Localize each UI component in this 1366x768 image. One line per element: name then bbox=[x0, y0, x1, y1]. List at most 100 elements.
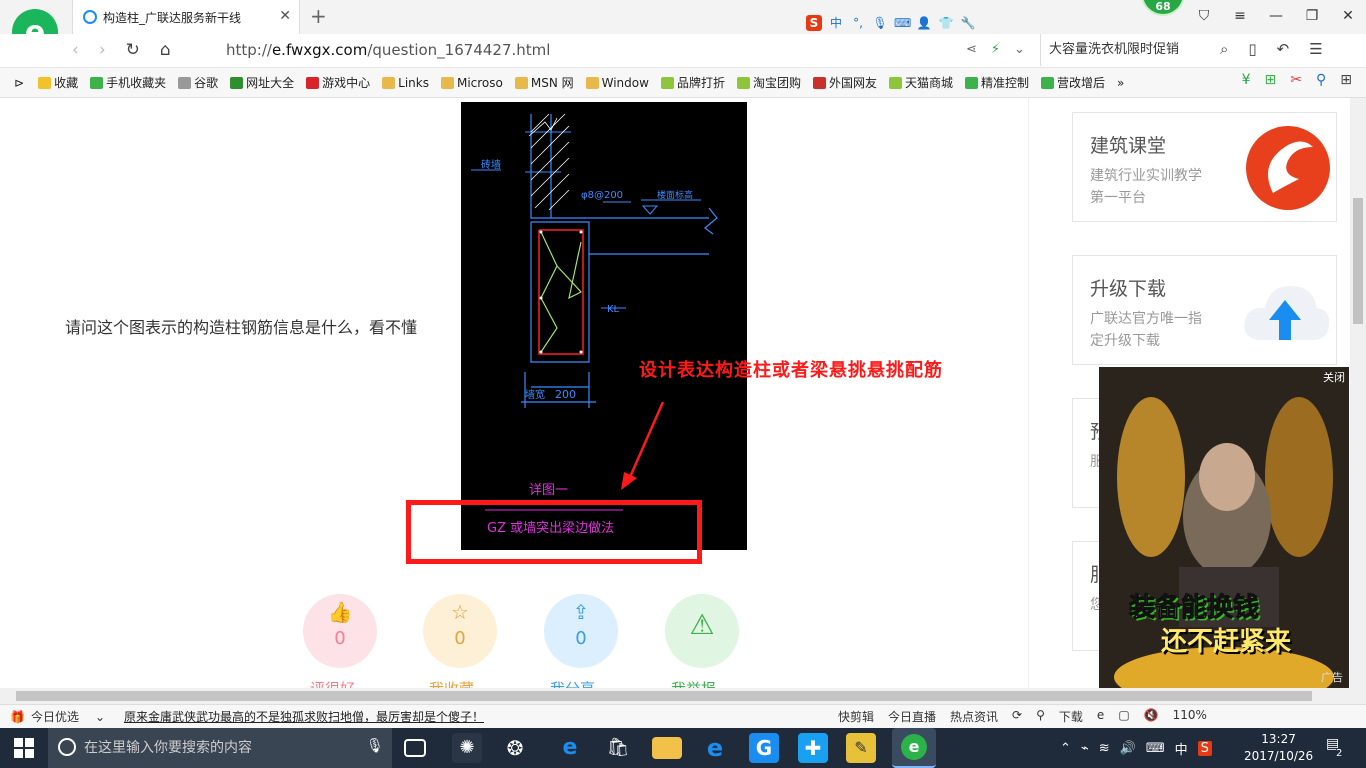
menu-icon[interactable]: ☰ bbox=[1309, 40, 1322, 58]
pin-icon[interactable]: ⚲ bbox=[1036, 708, 1045, 725]
status-item-live[interactable]: 今日直播 bbox=[888, 708, 936, 725]
keyboard-icon[interactable]: ⌨ bbox=[1146, 741, 1165, 756]
sidebar-toggle-icon[interactable]: ⊳ bbox=[14, 76, 24, 90]
home-icon[interactable]: ⌂ bbox=[160, 40, 171, 60]
card-download[interactable]: 升级下载 广联达官方唯一指定升级下载 bbox=[1072, 255, 1337, 365]
skin-icon[interactable]: 👕 bbox=[938, 15, 954, 31]
new-tab-button[interactable]: + bbox=[310, 4, 327, 28]
swirl-app-icon[interactable]: ❂ bbox=[500, 733, 530, 763]
chevron-up-icon[interactable]: ⌃ bbox=[1060, 741, 1071, 756]
keyboard-icon[interactable]: ⌨ bbox=[894, 15, 911, 31]
sogou-tray-icon[interactable]: S bbox=[1197, 740, 1212, 756]
tab-close-icon[interactable]: ✕ bbox=[279, 8, 291, 24]
ie-icon[interactable]: e bbox=[1097, 708, 1104, 725]
favorite-button[interactable]: ☆ 0 bbox=[423, 594, 497, 668]
chevron-down-icon[interactable]: ⌄ bbox=[95, 710, 105, 724]
download-label[interactable]: 下载 bbox=[1059, 708, 1083, 725]
window-icon[interactable]: ▢ bbox=[1118, 708, 1129, 725]
bookmarks-more-icon[interactable]: » bbox=[1117, 76, 1124, 90]
tab-active[interactable]: 构造柱_广联达服务新干线 ✕ bbox=[72, 0, 300, 34]
task-view-icon[interactable] bbox=[404, 739, 426, 757]
bookmark-item[interactable]: 精准控制 bbox=[965, 74, 1029, 91]
share-label[interactable]: 我分享 bbox=[550, 678, 595, 688]
news-ticker-link[interactable]: 原来金庸武侠武功最高的不是独孤求败扫地僧，最厉害却是个傻子！ bbox=[124, 708, 484, 725]
bookmark-item[interactable]: 营改增后 bbox=[1041, 74, 1105, 91]
bookmark-item[interactable]: MSN 网 bbox=[514, 74, 574, 91]
reload-icon[interactable]: ↻ bbox=[126, 40, 140, 60]
scissors-icon[interactable]: ✂ bbox=[1290, 72, 1302, 88]
like-label[interactable]: 评很好 bbox=[310, 678, 355, 688]
wifi-icon[interactable]: ≋ bbox=[1099, 741, 1110, 756]
punct-icon[interactable]: °, bbox=[850, 15, 866, 31]
minimize-button[interactable]: — bbox=[1258, 0, 1294, 34]
status-item-news[interactable]: 热点资讯 bbox=[950, 708, 998, 725]
share-icon[interactable]: ⋖ bbox=[966, 42, 977, 57]
share-button[interactable]: ⇪ 0 bbox=[544, 594, 618, 668]
favorite-label[interactable]: 我收藏 bbox=[429, 678, 474, 688]
bookmark-item[interactable]: 品牌打折 bbox=[660, 74, 725, 91]
windows-start-icon[interactable] bbox=[14, 738, 34, 758]
taskbar-search-box[interactable]: 在这里输入你要搜索的内容 bbox=[48, 728, 392, 768]
today-picks-label[interactable]: 今日优选 bbox=[31, 708, 79, 725]
ad-popup[interactable]: 关闭 装备能换钱 还不赶紧来 广告 bbox=[1099, 367, 1349, 688]
search-icon[interactable]: ⌕ bbox=[1220, 40, 1228, 58]
report-button[interactable]: ⚠ bbox=[665, 594, 739, 668]
status-item-clip[interactable]: 快剪辑 bbox=[838, 708, 874, 725]
maximize-button[interactable]: ❐ bbox=[1294, 0, 1330, 34]
glodon-app-icon[interactable]: G bbox=[749, 733, 779, 763]
shirt-icon[interactable]: ⛉ bbox=[1186, 0, 1222, 34]
speed-icon[interactable]: ⟳ bbox=[1012, 708, 1022, 725]
url-input[interactable]: http://e.fwxgx.com/question_1674427.html bbox=[226, 41, 550, 59]
zoom-label[interactable]: 110% bbox=[1173, 708, 1207, 725]
phone-icon[interactable]: ▯ bbox=[1248, 40, 1256, 58]
translate-icon[interactable]: ⊞ bbox=[1265, 72, 1277, 88]
ie-icon[interactable]: e bbox=[700, 733, 730, 763]
lightning-icon[interactable]: ⚡ bbox=[991, 42, 1000, 57]
points-badge[interactable]: 68 bbox=[1141, 0, 1185, 16]
magnifier-icon[interactable]: ⚲ bbox=[1316, 72, 1326, 88]
explorer-icon[interactable] bbox=[652, 737, 682, 759]
edge-icon[interactable]: e bbox=[555, 733, 585, 763]
notes-app-icon[interactable]: ✎ bbox=[846, 733, 876, 763]
vertical-scrollbar[interactable] bbox=[1350, 98, 1366, 688]
mic-icon[interactable]: 🎙 bbox=[872, 15, 888, 31]
bookmark-item[interactable]: 收藏 bbox=[38, 74, 78, 91]
apps-grid-icon[interactable]: ⊞ bbox=[1340, 72, 1352, 88]
tray-ime-label[interactable]: 中 bbox=[1175, 739, 1188, 758]
forward-icon[interactable]: › bbox=[99, 40, 106, 60]
wrench-icon[interactable]: 🔧 bbox=[960, 15, 976, 31]
bookmark-item[interactable]: 淘宝团购 bbox=[736, 74, 801, 91]
bookmark-item[interactable]: Microso bbox=[440, 76, 503, 90]
store-icon[interactable]: 🛍 bbox=[603, 733, 633, 763]
back-icon[interactable]: ‹ bbox=[72, 40, 79, 60]
bookmark-item[interactable]: 网址大全 bbox=[230, 74, 294, 91]
sogou-icon[interactable]: S bbox=[806, 15, 822, 31]
like-button[interactable]: 👍 0 bbox=[303, 594, 377, 668]
undo-icon[interactable]: ↶ bbox=[1277, 40, 1290, 58]
vertical-scroll-thumb[interactable] bbox=[1353, 198, 1363, 324]
menu-lines-icon[interactable]: ≡ bbox=[1222, 0, 1258, 34]
volume-icon[interactable]: 🔊 bbox=[1120, 741, 1136, 756]
mute-icon[interactable]: 🔇 bbox=[1144, 708, 1159, 725]
chevron-down-icon[interactable]: ⌄ bbox=[1014, 42, 1025, 57]
network-icon[interactable]: ⌁ bbox=[1081, 741, 1089, 756]
ad-close-button[interactable]: 关闭 bbox=[1323, 369, 1345, 385]
bookmark-item[interactable]: 外国网友 bbox=[812, 74, 877, 91]
horizontal-scroll-thumb[interactable] bbox=[16, 691, 1312, 701]
mic-icon[interactable]: 🎙 bbox=[366, 738, 384, 754]
search-promo[interactable]: 大容量洗衣机限时促销 bbox=[1040, 34, 1236, 66]
bookmark-item[interactable]: 手机收藏夹 bbox=[90, 74, 166, 91]
bookmark-item[interactable]: 游戏中心 bbox=[306, 74, 370, 91]
clock[interactable]: 13:27 2017/10/26 bbox=[1244, 731, 1313, 765]
cortana-icon[interactable] bbox=[58, 738, 76, 756]
report-label[interactable]: 我举报 bbox=[671, 678, 716, 688]
bookmark-item[interactable]: Window bbox=[585, 76, 649, 90]
fan-app-icon[interactable]: ✺ bbox=[452, 733, 482, 763]
card-course[interactable]: 建筑课堂 建筑行业实训教学第一平台 bbox=[1072, 112, 1337, 222]
bookmark-item[interactable]: 谷歌 bbox=[178, 74, 218, 91]
currency-icon[interactable]: ¥ bbox=[1242, 72, 1251, 88]
close-button[interactable]: ✕ bbox=[1330, 0, 1366, 34]
horizontal-scrollbar[interactable] bbox=[0, 688, 1366, 704]
ime-zh-label[interactable]: 中 bbox=[828, 15, 844, 31]
user-icon[interactable]: 👤 bbox=[916, 15, 932, 31]
